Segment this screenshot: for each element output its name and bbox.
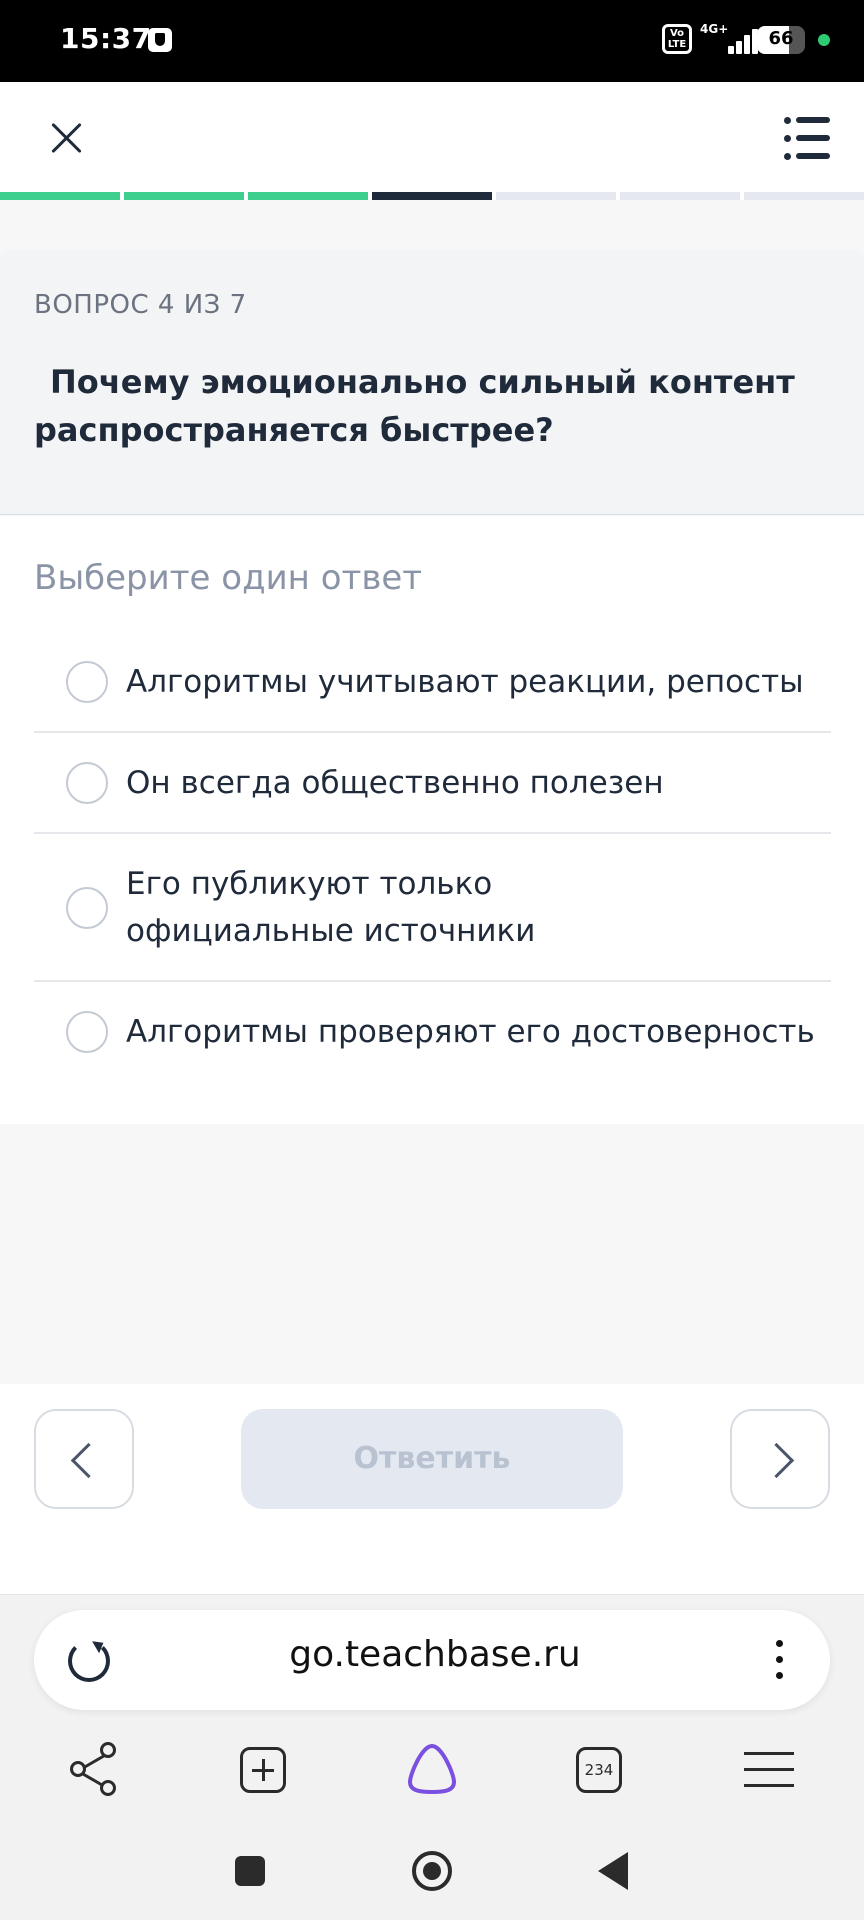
battery-icon: 66 xyxy=(757,26,805,54)
progress-segment xyxy=(124,192,244,200)
reload-icon[interactable] xyxy=(68,1640,110,1682)
progress-segment xyxy=(0,192,120,200)
status-dot xyxy=(818,34,830,46)
radio-button[interactable] xyxy=(66,887,108,929)
new-tab-icon[interactable] xyxy=(240,1747,286,1793)
radio-button[interactable] xyxy=(66,762,108,804)
answer-option[interactable]: Его публикуют только официальные источни… xyxy=(34,834,831,982)
quiz-progress xyxy=(0,192,864,200)
chevron-left-icon[interactable] xyxy=(34,1409,134,1509)
radio-button[interactable] xyxy=(66,1011,108,1053)
progress-segment xyxy=(744,192,864,200)
status-time: 15:37 xyxy=(60,22,152,55)
tabs-icon[interactable]: 234 xyxy=(576,1747,622,1793)
close-icon[interactable] xyxy=(40,112,94,166)
answer-label: Алгоритмы проверяют его достоверность xyxy=(126,1014,815,1050)
battery-level: 66 xyxy=(768,28,794,49)
share-icon[interactable] xyxy=(70,1742,120,1798)
progress-segment xyxy=(620,192,740,200)
progress-segment xyxy=(248,192,368,200)
question-counter: ВОПРОС 4 ИЗ 7 xyxy=(34,290,247,320)
home-icon[interactable] xyxy=(412,1851,452,1891)
alice-icon[interactable] xyxy=(404,1740,460,1796)
volte-icon: Vo LTE xyxy=(662,24,692,54)
radio-button[interactable] xyxy=(66,661,108,703)
chevron-right-icon[interactable] xyxy=(730,1409,830,1509)
answer-option[interactable]: Алгоритмы учитывают реакции, репосты xyxy=(34,632,831,733)
recents-icon[interactable] xyxy=(235,1856,265,1886)
url-text[interactable]: go.teachbase.ru xyxy=(200,1634,670,1675)
alice-icon-glyph xyxy=(407,1743,457,1795)
answer-label: Его публикуют только официальные источни… xyxy=(126,866,536,949)
answer-option[interactable]: Он всегда общественно полезен xyxy=(34,733,831,834)
answer-instruction: Выберите один ответ xyxy=(34,558,423,598)
question-title: Почему эмоционально сильный контент расп… xyxy=(34,363,795,449)
answer-label: Он всегда общественно полезен xyxy=(126,765,664,801)
shield-icon xyxy=(148,28,172,52)
back-icon[interactable] xyxy=(598,1852,628,1890)
answer-option[interactable]: Алгоритмы проверяют его достоверность xyxy=(34,982,831,1083)
app-header xyxy=(0,82,864,192)
menu-icon[interactable] xyxy=(744,1752,794,1788)
answer-label: Алгоритмы учитывают реакции, репосты xyxy=(126,664,804,700)
progress-segment xyxy=(496,192,616,200)
status-bar: 15:37 Vo LTE 4G+ 66 xyxy=(0,0,864,82)
answer-button[interactable]: Ответить xyxy=(241,1409,623,1509)
progress-segment xyxy=(372,192,492,200)
more-options-icon[interactable] xyxy=(776,1640,784,1680)
list-icon[interactable] xyxy=(784,116,830,160)
